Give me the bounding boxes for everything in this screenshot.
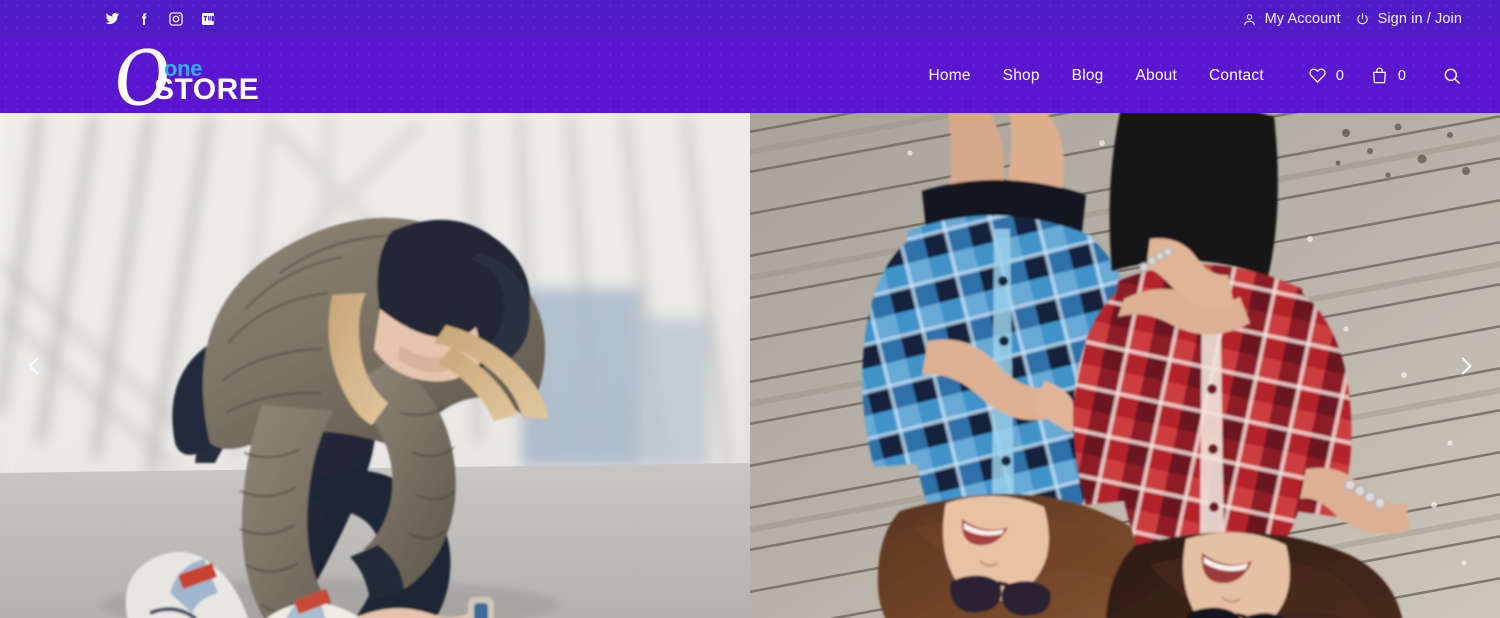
- youtube-icon[interactable]: [200, 11, 216, 27]
- top-bar: My Account Sign in / Join: [0, 0, 1500, 38]
- chevron-right-icon: [1453, 353, 1479, 379]
- wishlist-count: 0: [1335, 67, 1344, 84]
- my-account-link[interactable]: My Account: [1242, 11, 1341, 27]
- hero-slider: [0, 113, 1500, 618]
- header-actions: 0 0: [1308, 66, 1462, 86]
- signin-join-label: Sign in / Join: [1377, 11, 1462, 27]
- nav-item-about[interactable]: About: [1136, 67, 1178, 85]
- search-icon: [1442, 68, 1462, 90]
- cart-count: 0: [1397, 67, 1406, 84]
- signin-join-link[interactable]: Sign in / Join: [1355, 11, 1462, 27]
- slider-next-button[interactable]: [1446, 346, 1486, 386]
- chevron-left-icon: [21, 353, 47, 379]
- social-links: [104, 11, 216, 27]
- logo-main-text: STORE: [154, 72, 260, 106]
- search-button[interactable]: [1442, 66, 1462, 86]
- nav-item-shop[interactable]: Shop: [1003, 67, 1040, 85]
- slide-runner-tying-shoes[interactable]: [0, 113, 750, 618]
- top-bar-right: My Account Sign in / Join: [1242, 11, 1462, 27]
- nav-item-contact[interactable]: Contact: [1209, 67, 1264, 85]
- shopping-bag-icon: [1370, 66, 1389, 85]
- logo[interactable]: O one STORE: [104, 33, 284, 124]
- my-account-label: My Account: [1264, 11, 1341, 27]
- power-icon: [1355, 12, 1370, 27]
- nav-item-home[interactable]: Home: [929, 67, 971, 85]
- site-header: O one STORE Home Shop Blog About Contact…: [0, 33, 1500, 124]
- slide-friends-on-boardwalk[interactable]: [750, 113, 1500, 618]
- main-navigation: Home Shop Blog About Contact 0 0: [929, 66, 1462, 86]
- facebook-icon[interactable]: [136, 11, 152, 27]
- cart-button[interactable]: 0: [1370, 66, 1406, 85]
- twitter-icon[interactable]: [104, 11, 120, 27]
- wishlist-button[interactable]: 0: [1308, 66, 1344, 85]
- user-icon: [1242, 12, 1257, 27]
- heart-icon: [1308, 66, 1327, 85]
- instagram-icon[interactable]: [168, 11, 184, 27]
- nav-item-blog[interactable]: Blog: [1072, 67, 1104, 85]
- slider-prev-button[interactable]: [14, 346, 54, 386]
